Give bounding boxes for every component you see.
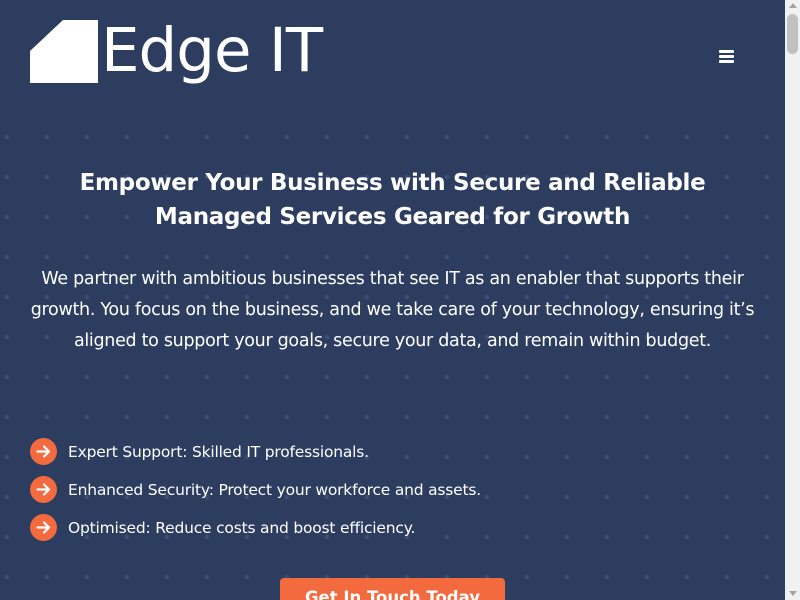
page: Edge IT Empower Your Business with Secur… xyxy=(0,0,785,600)
scroll-down-arrow-icon[interactable] xyxy=(789,591,797,596)
feature-description: Skilled IT professionals. xyxy=(187,443,369,461)
hamburger-menu-icon[interactable] xyxy=(712,44,742,70)
arrow-right-icon xyxy=(30,514,57,541)
hero-title: Empower Your Business with Secure and Re… xyxy=(79,170,706,230)
list-item: Expert Support: Skilled IT professionals… xyxy=(30,438,770,466)
feature-title: Optimised: xyxy=(68,519,151,537)
list-item: Optimised: Reduce costs and boost effici… xyxy=(30,514,770,542)
vertical-scrollbar[interactable] xyxy=(785,0,800,600)
feature-description: Reduce costs and boost efficiency. xyxy=(150,519,416,537)
arrow-right-icon xyxy=(30,438,57,465)
house-shape-logo-icon xyxy=(30,20,98,83)
arrow-right-icon xyxy=(30,476,57,503)
feature-text: Expert Support: Skilled IT professionals… xyxy=(68,441,369,463)
site-header: Edge IT xyxy=(0,0,785,113)
feature-title: Enhanced Security: xyxy=(68,481,214,499)
get-in-touch-button[interactable]: Get In Touch Today xyxy=(280,578,505,600)
list-item: Enhanced Security: Protect your workforc… xyxy=(30,476,770,504)
feature-text: Optimised: Reduce costs and boost effici… xyxy=(68,517,415,539)
scroll-up-arrow-icon[interactable] xyxy=(789,3,797,8)
hero-description: We partner with ambitious businesses tha… xyxy=(30,269,755,351)
logo-text: Edge IT xyxy=(101,15,323,86)
feature-description: Protect your workforce and assets. xyxy=(213,481,481,499)
feature-text: Enhanced Security: Protect your workforc… xyxy=(68,479,481,501)
scrollbar-thumb[interactable] xyxy=(787,14,798,54)
feature-title: Expert Support: xyxy=(68,443,188,461)
site-logo[interactable]: Edge IT xyxy=(30,15,330,92)
